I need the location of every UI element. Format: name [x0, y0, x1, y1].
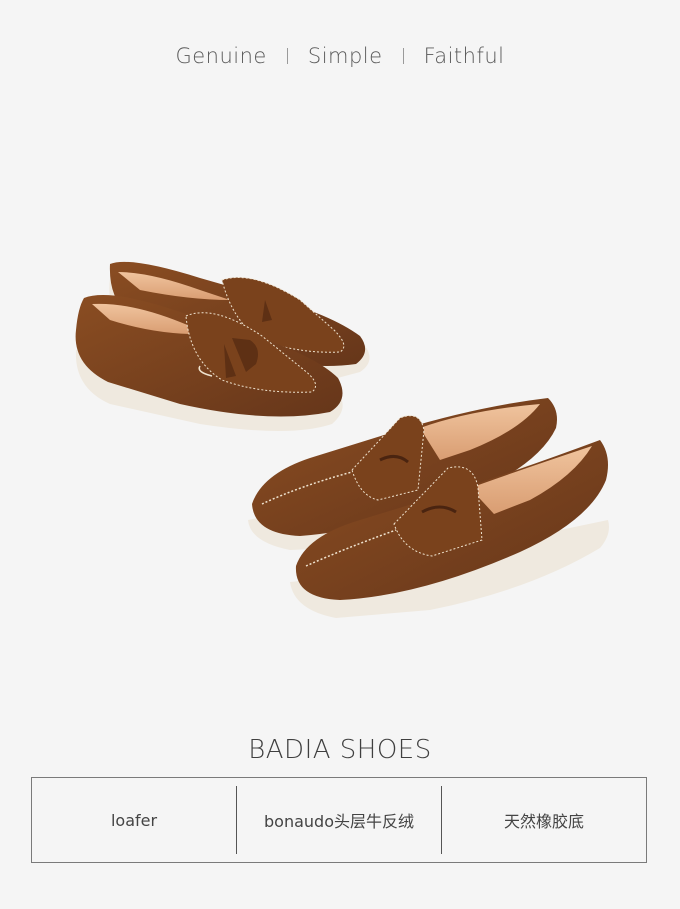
spec-table: loafer bonaudo头层牛反绒 天然橡胶底 [31, 777, 647, 863]
spec-sole: 天然橡胶底 [441, 786, 646, 854]
tagline-divider [286, 48, 288, 64]
tagline-simple: Simple [307, 44, 383, 68]
spec-style: loafer [110, 810, 158, 830]
brand-title: BADIA SHOES [248, 735, 432, 765]
tagline-faithful: Faithful [423, 44, 505, 68]
product-photo [75, 261, 609, 618]
tagline-genuine: Genuine [175, 44, 267, 68]
tagline-divider [402, 48, 404, 64]
spec-material: bonaudo头层牛反绒 [236, 786, 441, 854]
tagline: Genuine Simple Faithful [0, 44, 680, 68]
